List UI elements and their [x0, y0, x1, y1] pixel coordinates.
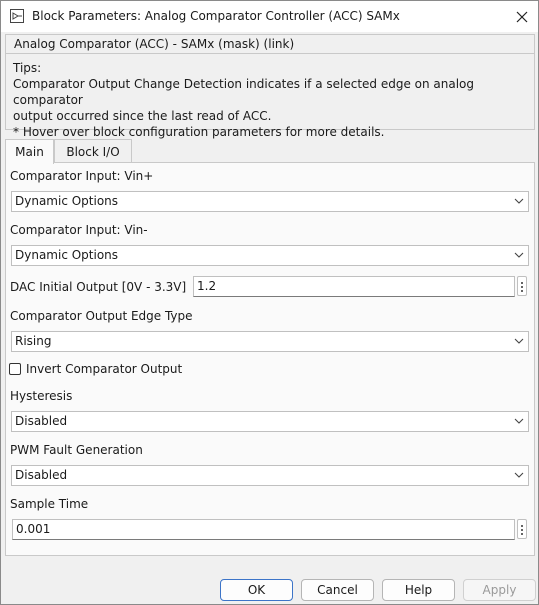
- divider: [6, 53, 534, 54]
- pwm-fault-select[interactable]: Disabled: [11, 465, 529, 486]
- vin-plus-label: Comparator Input: Vin+: [10, 169, 154, 183]
- chevron-down-icon: [514, 418, 524, 424]
- dac-initial-output-label: DAC Initial Output [0V - 3.3V]: [10, 280, 187, 294]
- vin-minus-select[interactable]: Dynamic Options: [11, 245, 529, 266]
- description-line: Tips:: [13, 61, 42, 75]
- edge-type-label: Comparator Output Edge Type: [10, 309, 193, 323]
- sample-time-label: Sample Time: [10, 497, 89, 511]
- sample-time-value: 0.001: [16, 522, 51, 536]
- tab-main[interactable]: Main: [5, 139, 54, 164]
- vin-plus-select[interactable]: Dynamic Options: [11, 191, 529, 212]
- vin-minus-value: Dynamic Options: [15, 248, 119, 262]
- tab-panel-main: Comparator Input: Vin+ Dynamic Options C…: [5, 162, 535, 556]
- sample-time-menu-button[interactable]: [517, 519, 527, 539]
- invert-output-label: Invert Comparator Output: [26, 362, 183, 376]
- block-description-text: Tips: Comparator Output Change Detection…: [13, 60, 528, 140]
- help-button[interactable]: Help: [382, 579, 455, 601]
- chevron-down-icon: [514, 472, 524, 478]
- dac-initial-output-value: 1.2: [197, 279, 217, 293]
- edge-type-value: Rising: [15, 334, 52, 348]
- hysteresis-label: Hysteresis: [10, 389, 73, 403]
- dialog-window: Block Parameters: Analog Comparator Cont…: [0, 0, 539, 605]
- dac-initial-output-field[interactable]: 1.2: [193, 276, 515, 297]
- vin-minus-label: Comparator Input: Vin-: [10, 223, 148, 237]
- block-description: Analog Comparator (ACC) - SAMx (mask) (l…: [5, 34, 535, 139]
- dac-parameter-menu-button[interactable]: [517, 276, 527, 296]
- description-line: * Hover over block configuration paramet…: [13, 125, 385, 139]
- apply-button[interactable]: Apply: [463, 579, 536, 601]
- pwm-fault-label: PWM Fault Generation: [10, 443, 143, 457]
- hysteresis-select[interactable]: Disabled: [11, 411, 529, 432]
- tab-block-io[interactable]: Block I/O: [54, 139, 132, 163]
- chevron-down-icon: [514, 338, 524, 344]
- close-icon: [516, 11, 528, 22]
- description-line: Comparator Output Change Detection indic…: [13, 77, 475, 107]
- block-description-title: Analog Comparator (ACC) - SAMx (mask) (l…: [14, 37, 295, 51]
- pwm-fault-value: Disabled: [15, 468, 68, 482]
- sample-time-field[interactable]: 0.001: [12, 519, 515, 540]
- hysteresis-value: Disabled: [15, 414, 68, 428]
- description-line: output occurred since the last read of A…: [13, 109, 272, 123]
- vin-plus-value: Dynamic Options: [15, 194, 119, 208]
- window-title: Block Parameters: Analog Comparator Cont…: [32, 9, 400, 23]
- edge-type-select[interactable]: Rising: [11, 331, 529, 352]
- block-parameters-icon: [10, 9, 24, 23]
- cancel-button[interactable]: Cancel: [301, 579, 374, 601]
- chevron-down-icon: [514, 198, 524, 204]
- close-button[interactable]: [506, 1, 538, 32]
- title-bar: Block Parameters: Analog Comparator Cont…: [1, 1, 538, 32]
- chevron-down-icon: [514, 252, 524, 258]
- invert-output-checkbox[interactable]: [9, 363, 21, 375]
- ok-button[interactable]: OK: [220, 579, 293, 601]
